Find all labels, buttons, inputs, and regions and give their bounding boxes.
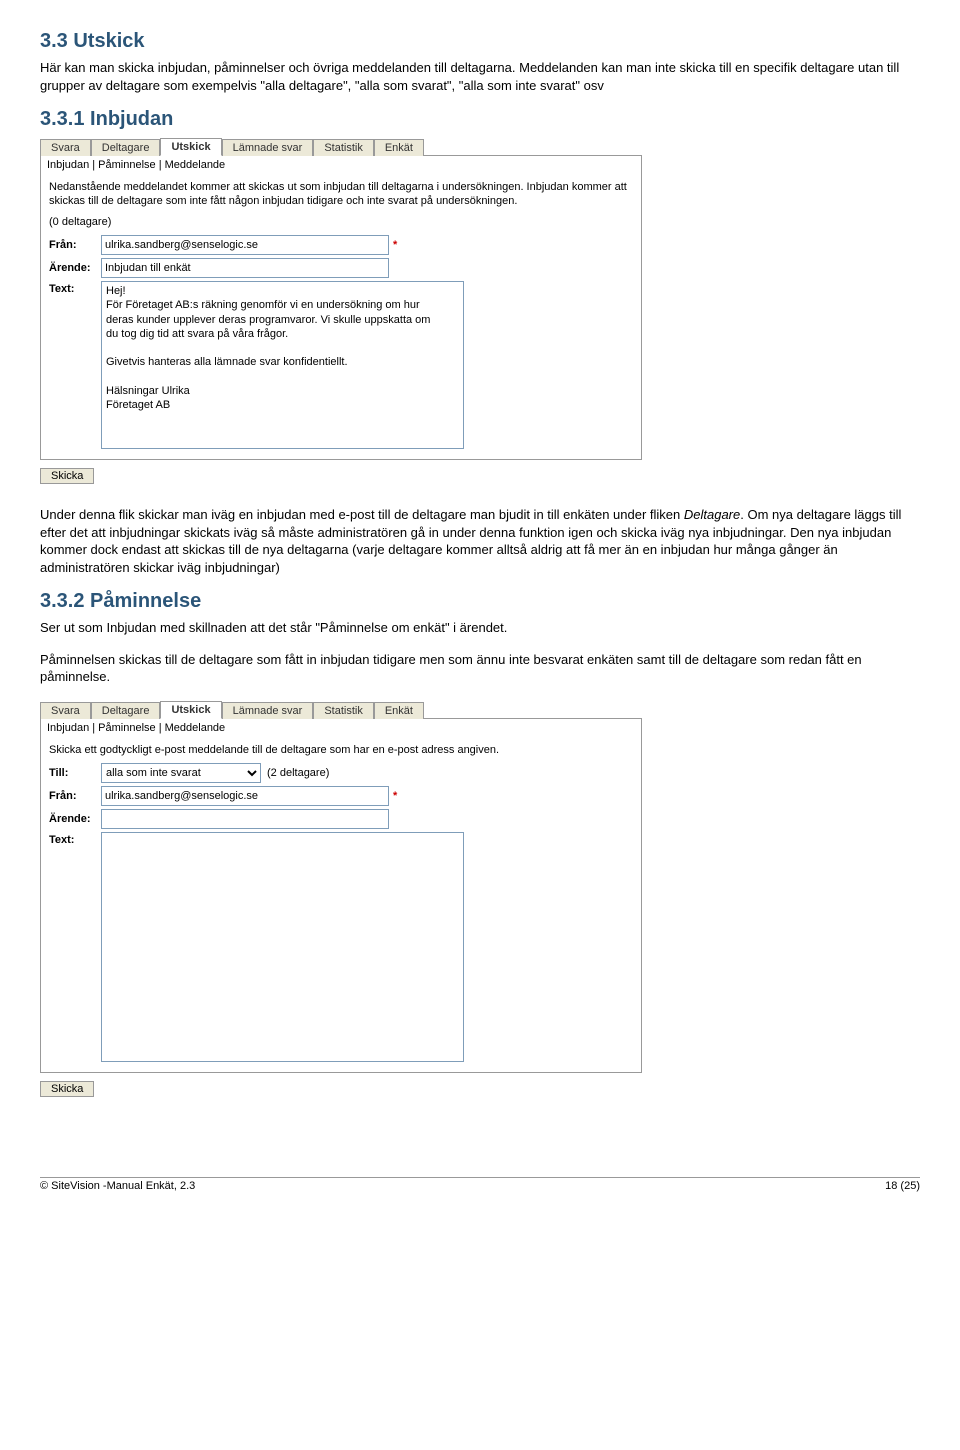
tab-svara-2[interactable]: Svara: [40, 702, 91, 719]
body-textarea[interactable]: Hej! För Företaget AB:s räkning genomför…: [101, 281, 464, 449]
subject-label: Ärende:: [49, 262, 101, 274]
subtab-bar[interactable]: Inbjudan | Påminnelse | Meddelande: [41, 155, 641, 174]
body-textarea-2[interactable]: [101, 832, 464, 1062]
panel-inbjudan: Inbjudan | Påminnelse | Meddelande Nedan…: [40, 155, 642, 460]
footer-left: © SiteVision -Manual Enkät, 2.3: [40, 1180, 195, 1192]
send-button-2[interactable]: Skicka: [40, 1081, 94, 1097]
tab-statistik-2[interactable]: Statistik: [313, 702, 374, 719]
subtab-bar-2[interactable]: Inbjudan | Påminnelse | Meddelande: [41, 718, 641, 737]
tab-utskick-2[interactable]: Utskick: [160, 701, 221, 719]
section3-para1: Ser ut som Inbjudan med skillnaden att d…: [40, 619, 920, 637]
tab-deltagare[interactable]: Deltagare: [91, 139, 161, 156]
panel2-info: Skicka ett godtyckligt e-post meddelande…: [49, 743, 633, 757]
tab-lamnade-svar-2[interactable]: Lämnade svar: [222, 702, 314, 719]
text-label: Text:: [49, 281, 101, 295]
section3-para2: Påminnelsen skickas till de deltagare so…: [40, 651, 920, 686]
required-icon: *: [393, 239, 397, 251]
tab-statistik[interactable]: Statistik: [313, 139, 374, 156]
panel-info: Nedanstående meddelandet kommer att skic…: [49, 180, 633, 209]
subject-input-2[interactable]: [101, 809, 389, 829]
tab-container-2: Svara Deltagare Utskick Lämnade svar Sta…: [40, 700, 920, 1097]
tab-enkat-2[interactable]: Enkät: [374, 702, 424, 719]
tab-lamnade-svar[interactable]: Lämnade svar: [222, 139, 314, 156]
to-select[interactable]: alla som inte svarat: [101, 763, 261, 783]
panel-meddelande: Inbjudan | Påminnelse | Meddelande Skick…: [40, 718, 642, 1073]
section-title-inbjudan: 3.3.1 Inbjudan: [40, 108, 920, 131]
from-label-2: Från:: [49, 790, 101, 802]
subject-label-2: Ärende:: [49, 813, 101, 825]
tab-svara[interactable]: Svara: [40, 139, 91, 156]
subject-input[interactable]: [101, 258, 389, 278]
tab-utskick[interactable]: Utskick: [160, 138, 221, 156]
section-para-after: Under denna flik skickar man iväg en inb…: [40, 506, 920, 576]
section-title-paminnelse: 3.3.2 Påminnelse: [40, 590, 920, 613]
tab-deltagare-2[interactable]: Deltagare: [91, 702, 161, 719]
page-footer: © SiteVision -Manual Enkät, 2.3 18 (25): [40, 1177, 920, 1192]
text-label-2: Text:: [49, 832, 101, 846]
to-label: Till:: [49, 767, 101, 779]
from-label: Från:: [49, 239, 101, 251]
from-input-2[interactable]: [101, 786, 389, 806]
tab-enkat[interactable]: Enkät: [374, 139, 424, 156]
send-button[interactable]: Skicka: [40, 468, 94, 484]
section-title-utskick: 3.3 Utskick: [40, 30, 920, 53]
to-count: (2 deltagare): [267, 767, 329, 779]
section-para: Här kan man skicka inbjudan, påminnelser…: [40, 59, 920, 94]
tab-bar: Svara Deltagare Utskick Lämnade svar Sta…: [40, 137, 920, 155]
from-input[interactable]: [101, 235, 389, 255]
tab-bar-2: Svara Deltagare Utskick Lämnade svar Sta…: [40, 700, 920, 718]
tab-container-1: Svara Deltagare Utskick Lämnade svar Sta…: [40, 137, 920, 484]
participant-count: (0 deltagare): [49, 215, 633, 229]
required-icon-2: *: [393, 790, 397, 802]
footer-right: 18 (25): [885, 1180, 920, 1192]
